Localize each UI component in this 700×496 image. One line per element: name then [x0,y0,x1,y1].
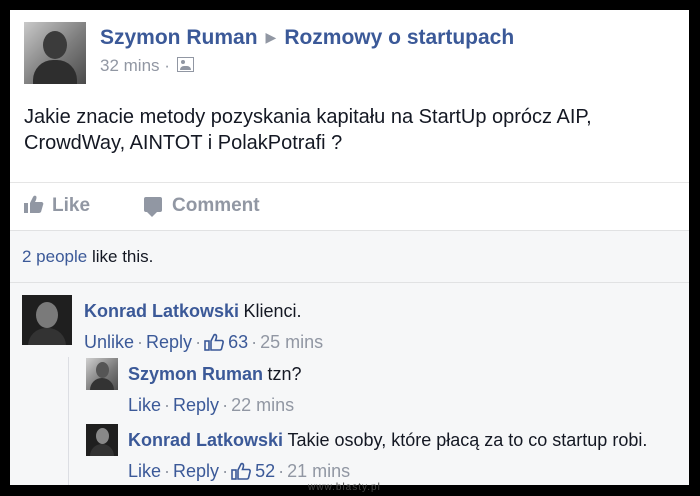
avatar-head [96,362,109,378]
comment-bubble-icon [144,197,162,217]
commenter-avatar[interactable] [22,295,72,345]
avatar-body [28,328,66,345]
comment-time[interactable]: 25 mins [260,332,323,352]
unlike-link[interactable]: Unlike [84,332,134,352]
post-meta: Szymon Ruman ▶ Rozmowy o startupach 32 min… [100,26,514,76]
like-link[interactable]: Like [128,395,161,415]
reply-thread-line [68,357,69,485]
comment-button[interactable]: Comment [144,195,260,217]
meta-dot: · [222,461,229,481]
meta-dot: · [278,461,285,481]
reply-meta: Like · Reply · 22 mins [128,395,302,416]
arrow-right-icon: ▶ [265,29,277,45]
reply-body: Szymon Ruman tzn? Like · Reply · 22 mins [128,364,302,416]
likes-suffix: like this. [87,247,154,266]
meta-dot: · [222,395,229,415]
reply-time[interactable]: 22 mins [231,395,294,415]
meta-separator: · [164,56,170,75]
reply-meta: Like · Reply · 52 · 21 mins [128,461,647,482]
meta-dot: · [164,395,171,415]
likes-number: 52 [255,461,276,481]
likers-link[interactable]: 2 people [22,247,87,266]
like-thumb-outline-icon [204,333,224,351]
reply-author-link[interactable]: Konrad Latkowski [128,430,283,450]
likes-number: 63 [228,332,249,352]
like-thumb-outline-icon [231,462,251,480]
comment-text: Klienci. [243,301,302,321]
reply-body: Konrad Latkowski Takie osoby, które płac… [128,430,647,482]
author-avatar[interactable] [24,22,86,84]
meta-dot: · [137,332,144,352]
likes-summary: 2 people like this. [22,247,153,267]
post-text: Jakie znacie metody pozyskania kapitału … [24,106,592,154]
reply-avatar[interactable] [86,424,118,456]
reply-text: tzn? [267,364,302,384]
avatar-body [90,378,114,390]
post-actions-bar: Like Comment [10,182,689,230]
comment-label: Comment [172,195,260,216]
comments-section: 2 people like this. Konrad Latkowski Kli… [10,230,689,485]
meta-dot: · [164,461,171,481]
reply-time[interactable]: 21 mins [287,461,350,481]
reply-link[interactable]: Reply [146,332,192,352]
like-label: Like [52,195,91,216]
audience-icon[interactable] [176,57,194,72]
reply-link[interactable]: Reply [173,395,219,415]
watermark: www.blasty.pl [308,482,381,493]
like-thumb-icon [24,195,44,213]
meta-dot: · [251,332,258,352]
post-author-link[interactable]: Szymon Ruman [100,26,258,49]
reply-link[interactable]: Reply [173,461,219,481]
comment-likes-count[interactable]: 63 [204,332,248,352]
meta-dot: · [195,332,202,352]
post-subline: 32 mins · [100,56,514,76]
avatar-body [90,444,114,456]
post-card: Szymon Ruman ▶ Rozmowy o startupach 32 min… [10,10,689,485]
post-header: Szymon Ruman ▶ Rozmowy o startupach 32 min… [24,22,679,84]
reply-avatar[interactable] [86,358,118,390]
avatar-body [33,60,77,84]
avatar-head [96,428,109,444]
like-link[interactable]: Like [128,461,161,481]
reply-text: Takie osoby, które płacą za to co startu… [287,430,648,450]
group-link[interactable]: Rozmowy o startupach [284,26,514,49]
comment-meta: Unlike · Reply · 63 · 25 mins [84,332,323,353]
reply-likes-count[interactable]: 52 [231,461,275,481]
divider [10,282,689,283]
comment-author-link[interactable]: Konrad Latkowski [84,301,239,321]
post-timestamp[interactable]: 32 mins [100,56,160,75]
avatar-head [36,302,58,328]
avatar-head [43,31,67,59]
like-button[interactable]: Like [24,195,90,217]
comment-body: Konrad Latkowski Klienci. Unlike · Reply · 6… [84,301,323,353]
reply-author-link[interactable]: Szymon Ruman [128,364,263,384]
